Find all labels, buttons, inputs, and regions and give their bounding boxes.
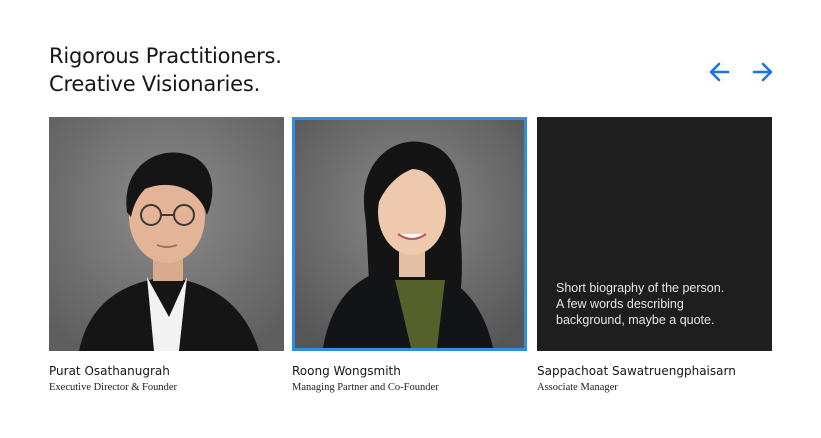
team-member-role: Associate Manager — [537, 382, 618, 393]
team-card[interactable]: Purat Osathanugrah Executive Director & … — [49, 117, 284, 394]
bio-line: A few words describing — [556, 297, 684, 311]
section-heading: Rigorous Practitioners. Creative Visiona… — [49, 42, 282, 98]
bio-line: background, maybe a quote. — [556, 313, 715, 327]
team-member-role: Managing Partner and Co-Founder — [292, 382, 439, 393]
heading-line-1: Rigorous Practitioners. — [49, 44, 282, 68]
team-member-photo — [49, 117, 284, 351]
carousel-next-button[interactable] — [748, 58, 776, 86]
team-member-bio-panel: Short biography of the person. A few wor… — [537, 117, 772, 351]
team-member-bio: Short biography of the person. A few wor… — [556, 280, 756, 328]
bio-line: Short biography of the person. — [556, 281, 725, 295]
arrow-left-icon — [709, 62, 730, 82]
arrow-right-icon — [752, 62, 773, 82]
team-member-role: Executive Director & Founder — [49, 382, 177, 393]
team-member-name: Sappachoat Sawatruengphaisarn — [537, 364, 736, 378]
team-card-selected[interactable]: Roong Wongsmith Managing Partner and Co-… — [292, 117, 527, 394]
team-member-photo — [292, 117, 527, 351]
heading-line-2: Creative Visionaries. — [49, 72, 261, 96]
team-card[interactable]: Short biography of the person. A few wor… — [537, 117, 772, 394]
team-member-name: Roong Wongsmith — [292, 364, 401, 378]
team-member-name: Purat Osathanugrah — [49, 364, 170, 378]
carousel-prev-button[interactable] — [706, 58, 734, 86]
